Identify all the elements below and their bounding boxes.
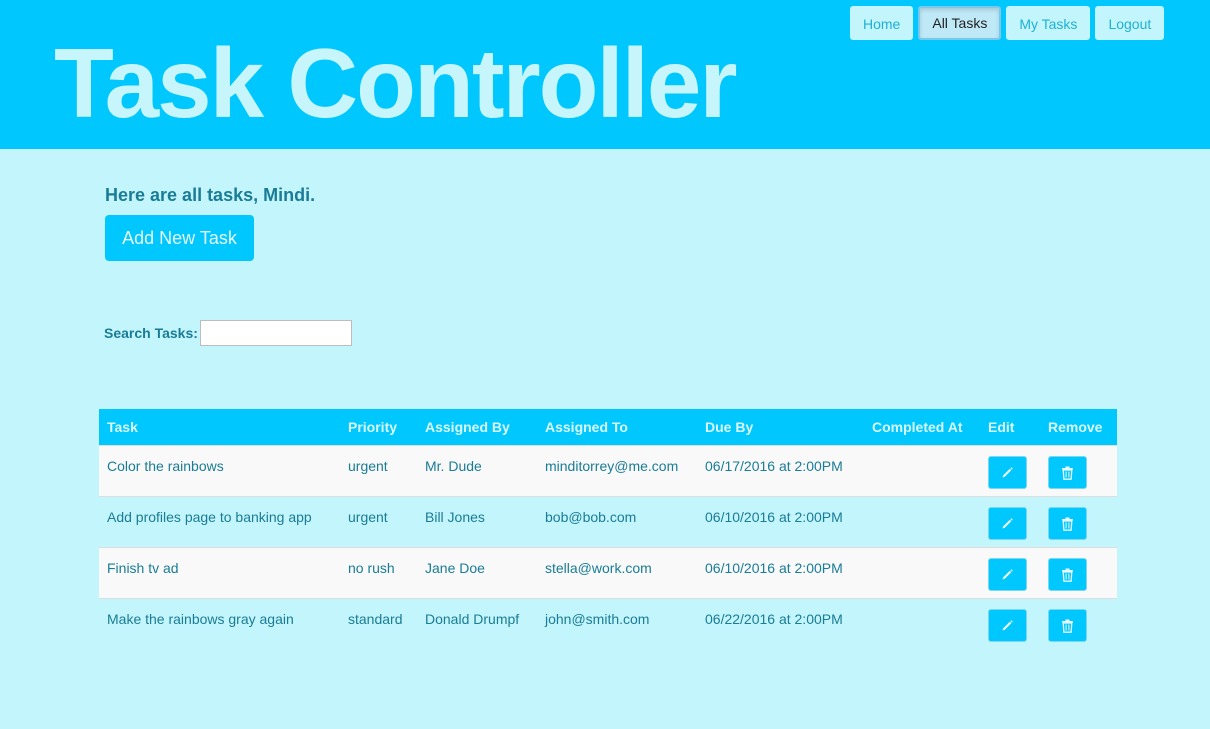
add-new-task-button[interactable]: Add New Task bbox=[105, 215, 254, 261]
greeting-text: Here are all tasks, Mindi. bbox=[105, 185, 316, 205]
cell-remove bbox=[1040, 495, 1117, 547]
table-row: Add profiles page to banking app urgent Bi… bbox=[99, 495, 1117, 547]
column-header-edit: Edit bbox=[980, 409, 1040, 445]
cell-due-by: 06/10/2016 at 2:00PM bbox=[697, 495, 864, 547]
cell-assigned-to: john@smith.com bbox=[537, 597, 697, 649]
cell-assigned-by: Bill Jones bbox=[417, 495, 537, 547]
cell-remove bbox=[1040, 546, 1117, 598]
cell-priority: urgent bbox=[340, 495, 417, 547]
cell-due-by: 06/10/2016 at 2:00PM bbox=[697, 546, 864, 598]
cell-remove bbox=[1040, 444, 1117, 496]
cell-task: Add profiles page to banking app bbox=[99, 495, 340, 547]
cell-edit bbox=[980, 597, 1040, 649]
remove-button[interactable] bbox=[1048, 455, 1087, 489]
table-header-row: Task Priority Assigned By Assigned To Du… bbox=[99, 409, 1117, 445]
cell-assigned-by: Mr. Dude bbox=[417, 444, 537, 496]
cell-completed-at bbox=[864, 597, 980, 649]
nav-my-tasks-button[interactable]: My Tasks bbox=[1006, 6, 1091, 40]
nav-all-tasks-button[interactable]: All Tasks bbox=[918, 6, 1002, 40]
cell-priority: standard bbox=[340, 597, 417, 649]
table-row: Finish tv ad no rush Jane Doe stella@work.c… bbox=[99, 546, 1117, 598]
cell-assigned-to: bob@bob.com bbox=[537, 495, 697, 547]
nav-bar: Home All Tasks My Tasks Logout bbox=[850, 6, 1169, 40]
cell-due-by: 06/17/2016 at 2:00PM bbox=[697, 444, 864, 496]
column-header-completed-at: Completed At bbox=[864, 409, 980, 445]
nav-logout-button[interactable]: Logout bbox=[1095, 6, 1165, 40]
cell-edit bbox=[980, 495, 1040, 547]
brand-title: Task Controller bbox=[54, 28, 738, 138]
cell-completed-at bbox=[864, 546, 980, 598]
edit-button[interactable] bbox=[988, 608, 1027, 642]
edit-button[interactable] bbox=[988, 455, 1027, 489]
cell-task: Color the rainbows bbox=[99, 444, 340, 496]
edit-button[interactable] bbox=[988, 506, 1027, 540]
cell-task: Finish tv ad bbox=[99, 546, 340, 598]
cell-task: Make the rainbows gray again bbox=[99, 597, 340, 649]
nav-home-button[interactable]: Home bbox=[850, 6, 914, 40]
column-header-assigned-to: Assigned To bbox=[537, 409, 697, 445]
search-input[interactable] bbox=[200, 320, 352, 346]
column-header-due-by: Due By bbox=[697, 409, 864, 445]
remove-button[interactable] bbox=[1048, 608, 1087, 642]
column-header-assigned-by: Assigned By bbox=[417, 409, 537, 445]
header: Task Controller Home All Tasks My Tasks … bbox=[0, 0, 1210, 149]
tasks-table: Task Priority Assigned By Assigned To Du… bbox=[99, 409, 1117, 649]
cell-edit bbox=[980, 444, 1040, 496]
remove-button[interactable] bbox=[1048, 557, 1087, 591]
cell-assigned-by: Jane Doe bbox=[417, 546, 537, 598]
cell-assigned-by: Donald Drumpf bbox=[417, 597, 537, 649]
cell-remove bbox=[1040, 597, 1117, 649]
cell-priority: urgent bbox=[340, 444, 417, 496]
search-label: Search Tasks: bbox=[104, 325, 198, 341]
cell-assigned-to: stella@work.com bbox=[537, 546, 697, 598]
table-row: Color the rainbows urgent Mr. Dude minditor… bbox=[99, 444, 1117, 496]
cell-edit bbox=[980, 546, 1040, 598]
cell-due-by: 06/22/2016 at 2:00PM bbox=[697, 597, 864, 649]
cell-completed-at bbox=[864, 495, 980, 547]
cell-priority: no rush bbox=[340, 546, 417, 598]
remove-button[interactable] bbox=[1048, 506, 1087, 540]
column-header-task: Task bbox=[99, 409, 340, 445]
column-header-priority: Priority bbox=[340, 409, 417, 445]
table-row: Make the rainbows gray again standard Dona… bbox=[99, 597, 1117, 649]
cell-completed-at bbox=[864, 444, 980, 496]
edit-button[interactable] bbox=[988, 557, 1027, 591]
column-header-remove: Remove bbox=[1040, 409, 1117, 445]
cell-assigned-to: minditorrey@me.com bbox=[537, 444, 697, 496]
